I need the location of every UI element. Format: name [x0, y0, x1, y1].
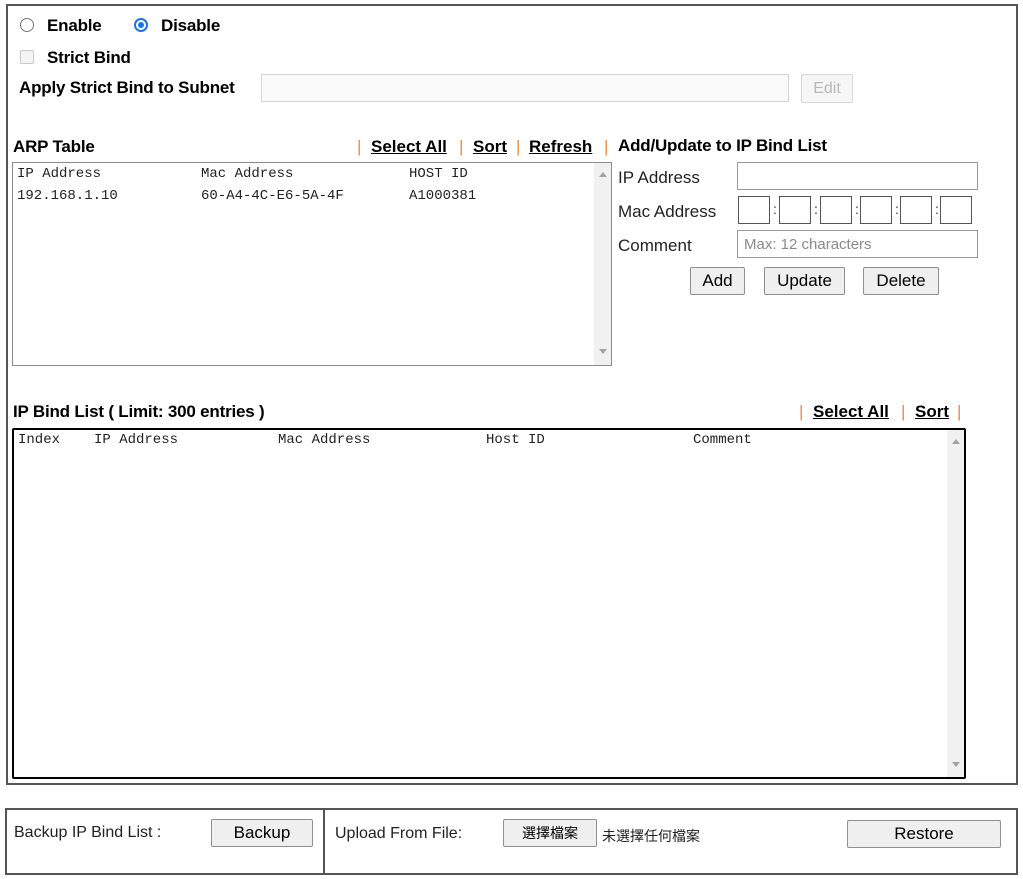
scroll-down-arrow-icon[interactable] [599, 349, 607, 354]
mac-segment-1-input[interactable] [738, 196, 770, 224]
ip-bind-list-title: IP Bind List ( Limit: 300 entries ) [13, 402, 265, 421]
separator: | [459, 137, 464, 156]
add-button[interactable]: Add [690, 267, 745, 295]
mac-colon: : [935, 201, 939, 217]
bind-col-mac: Mac Address [278, 432, 371, 448]
strict-bind-checkbox[interactable] [20, 50, 34, 64]
apply-strict-bind-subnet-label: Apply Strict Bind to Subnet [19, 78, 235, 97]
strict-bind-label: Strict Bind [47, 48, 131, 67]
mac-segment-5-input[interactable] [900, 196, 932, 224]
arp-row-ip[interactable]: 192.168.1.10 [17, 188, 118, 204]
separator: | [799, 402, 804, 421]
mac-segment-3-input[interactable] [820, 196, 852, 224]
backup-button[interactable]: Backup [211, 819, 313, 847]
disable-radio-label[interactable]: Disable [161, 16, 220, 36]
delete-button[interactable]: Delete [863, 267, 939, 295]
scroll-up-arrow-icon[interactable] [599, 172, 607, 177]
edit-subnet-button[interactable]: Edit [801, 74, 853, 103]
mac-colon: : [855, 201, 859, 217]
ip-address-input[interactable] [737, 162, 978, 190]
arp-col-mac: Mac Address [201, 166, 294, 182]
separator: | [957, 402, 962, 421]
upload-label: Upload From File: [335, 825, 463, 842]
bind-col-ip: IP Address [94, 432, 179, 448]
separator: | [357, 137, 362, 156]
arp-sort-link[interactable]: Sort [473, 137, 507, 157]
scroll-up-arrow-icon[interactable] [952, 439, 960, 444]
enable-radio[interactable] [20, 18, 34, 32]
arp-select-all-link[interactable]: Select All [371, 137, 447, 157]
separator: | [604, 137, 609, 156]
mac-segment-6-input[interactable] [940, 196, 972, 224]
ip-address-label: IP Address [618, 168, 700, 187]
scroll-down-arrow-icon[interactable] [952, 762, 960, 767]
no-file-selected-text: 未選擇任何檔案 [602, 828, 700, 844]
arp-col-ip: IP Address [17, 166, 102, 182]
arp-row-mac[interactable]: 60-A4-4C-E6-5A-4F [201, 188, 344, 204]
panel-divider [323, 808, 325, 875]
mac-colon: : [773, 201, 777, 217]
bind-col-host: Host ID [486, 432, 545, 448]
arp-col-host: HOST ID [409, 166, 468, 182]
arp-table-title: ARP Table [13, 137, 95, 156]
choose-file-button[interactable]: 選擇檔案 [503, 819, 597, 847]
arp-table-listbox[interactable]: IP Address Mac Address HOST ID 192.168.1… [12, 162, 612, 366]
mac-colon: : [895, 201, 899, 217]
disable-radio[interactable] [134, 18, 148, 32]
comment-label: Comment [618, 236, 692, 255]
arp-table-scrollbar[interactable] [594, 163, 611, 365]
mac-colon: : [814, 201, 818, 217]
add-update-title: Add/Update to IP Bind List [618, 136, 827, 155]
mac-segment-2-input[interactable] [779, 196, 811, 224]
mac-segment-4-input[interactable] [860, 196, 892, 224]
subnet-input[interactable] [261, 74, 789, 102]
separator: | [901, 402, 906, 421]
update-button[interactable]: Update [764, 267, 845, 295]
ip-bind-listbox[interactable]: Index IP Address Mac Address Host ID Com… [12, 428, 966, 779]
mac-address-label: Mac Address [618, 202, 717, 221]
enable-radio-label[interactable]: Enable [47, 16, 102, 36]
bind-col-index: Index [18, 432, 61, 448]
ip-bind-list-scrollbar[interactable] [947, 430, 964, 777]
restore-button[interactable]: Restore [847, 820, 1001, 848]
arp-row-host[interactable]: A1000381 [409, 188, 476, 204]
separator: | [516, 137, 521, 156]
arp-refresh-link[interactable]: Refresh [529, 137, 592, 157]
bind-list-select-all-link[interactable]: Select All [813, 402, 889, 422]
comment-input[interactable] [737, 230, 978, 258]
backup-label: Backup IP Bind List : [14, 824, 162, 841]
bind-list-sort-link[interactable]: Sort [915, 402, 949, 422]
bind-col-comment: Comment [693, 432, 752, 448]
